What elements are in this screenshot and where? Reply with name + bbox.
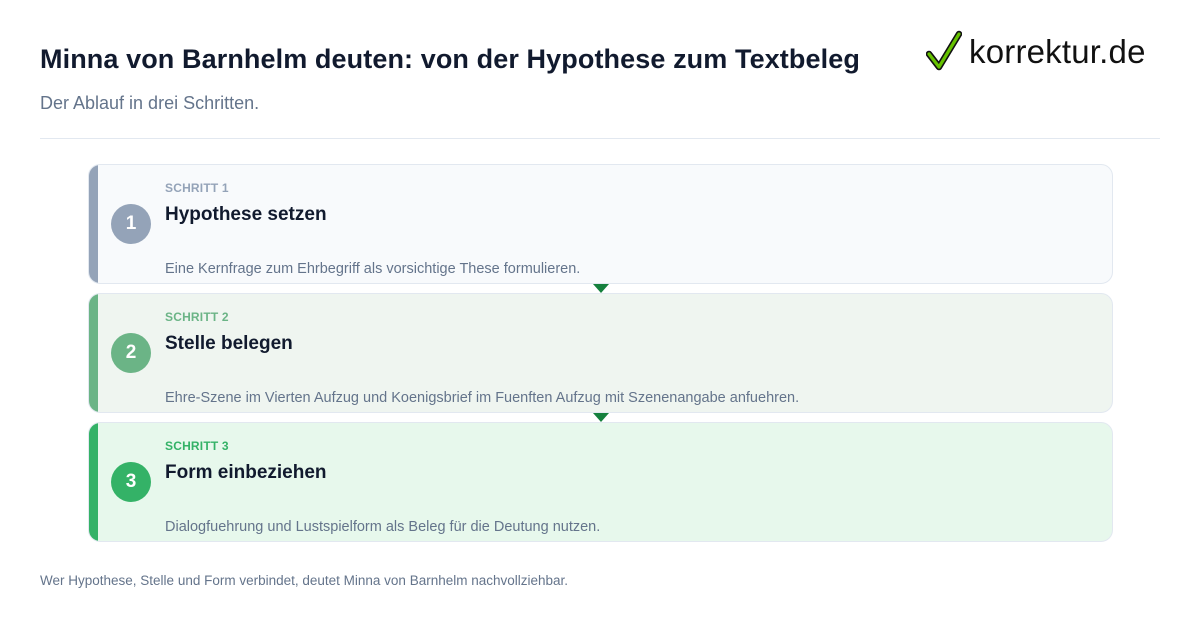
down-arrow-icon [593, 284, 609, 293]
step-label: SCHRITT 2 [165, 310, 229, 324]
step-accent-bar [89, 165, 98, 283]
page-title: Minna von Barnhelm deuten: von der Hypot… [40, 44, 860, 74]
check-icon [926, 30, 962, 71]
logo-text: korrektur.de [969, 32, 1146, 70]
header-divider [40, 138, 1160, 139]
step-description: Ehre-Szene im Vierten Aufzug und Koenigs… [165, 390, 800, 406]
step-accent-bar [89, 423, 98, 541]
logo: korrektur.de [926, 30, 1146, 72]
footer-note: Wer Hypothese, Stelle und Form verbindet… [40, 573, 569, 588]
step-number-badge: 3 [111, 462, 151, 502]
step-label: SCHRITT 3 [165, 439, 229, 453]
step-heading: Stelle belegen [165, 333, 293, 354]
step-description: Dialogfuehrung und Lustspielform als Bel… [165, 519, 601, 535]
step-label: SCHRITT 1 [165, 181, 229, 195]
step-card-1: 1 SCHRITT 1 Hypothese setzen Eine Kernfr… [88, 164, 1113, 284]
step-heading: Hypothese setzen [165, 204, 327, 225]
step-card-2: 2 SCHRITT 2 Stelle belegen Ehre-Szene im… [88, 293, 1113, 413]
down-arrow-icon [593, 413, 609, 422]
step-card-3: 3 SCHRITT 3 Form einbeziehen Dialogfuehr… [88, 422, 1113, 542]
step-heading: Form einbeziehen [165, 462, 327, 483]
step-number-badge: 1 [111, 204, 151, 244]
page-subtitle: Der Ablauf in drei Schritten. [40, 93, 260, 113]
step-description: Eine Kernfrage zum Ehrbegriff als vorsic… [165, 261, 581, 277]
step-number-badge: 2 [111, 333, 151, 373]
step-accent-bar [89, 294, 98, 412]
